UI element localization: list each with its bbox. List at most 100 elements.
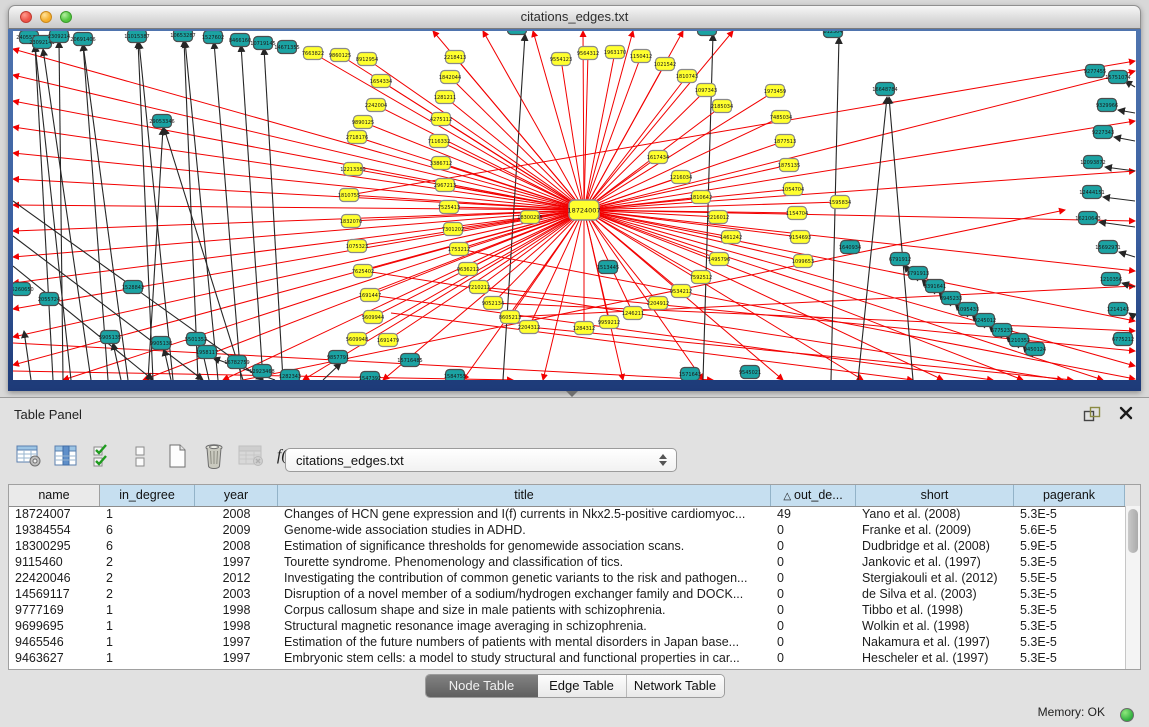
scrollbar-thumb[interactable]: [1128, 509, 1138, 553]
table-cell[interactable]: 2: [100, 586, 195, 602]
table-cell[interactable]: 18724007: [9, 506, 100, 522]
table-cell[interactable]: 5.3E-5: [1014, 602, 1125, 618]
table-cell[interactable]: 9699695: [9, 618, 100, 634]
memory-status-indicator[interactable]: [1120, 708, 1134, 722]
table-row[interactable]: 1872400712008Changes of HCN gene express…: [9, 506, 1125, 522]
column-header-in_degree[interactable]: in_degree: [100, 485, 195, 506]
table-cell[interactable]: 9465546: [9, 634, 100, 650]
table-cell[interactable]: 9777169: [9, 602, 100, 618]
table-cell[interactable]: 5.6E-5: [1014, 522, 1125, 538]
table-cell[interactable]: 22420046: [9, 570, 100, 586]
table-cell[interactable]: 2: [100, 554, 195, 570]
table-cell[interactable]: 5.3E-5: [1014, 586, 1125, 602]
table-cell[interactable]: 2003: [195, 586, 278, 602]
column-header-short[interactable]: short: [856, 485, 1014, 506]
table-row[interactable]: 1830029562008Estimation of significance …: [9, 538, 1125, 554]
table-cell[interactable]: 6: [100, 538, 195, 554]
table-row[interactable]: 946362711997Embryonic stem cells: a mode…: [9, 650, 1125, 666]
table-cell[interactable]: Structural magnetic resonance image aver…: [278, 618, 771, 634]
table-cell[interactable]: 5.3E-5: [1014, 554, 1125, 570]
table-cell[interactable]: Estimation of the future numbers of pati…: [278, 634, 771, 650]
table-cell[interactable]: 0: [771, 538, 856, 554]
table-cell[interactable]: 2: [100, 570, 195, 586]
table-row[interactable]: 2242004622012Investigating the contribut…: [9, 570, 1125, 586]
table-cell[interactable]: 1997: [195, 634, 278, 650]
table-row[interactable]: 911546021997Tourette syndrome. Phenomeno…: [9, 554, 1125, 570]
new-column-button[interactable]: [162, 441, 192, 471]
table-cell[interactable]: 5.5E-5: [1014, 570, 1125, 586]
table-row[interactable]: 977716911998Corpus callosum shape and si…: [9, 602, 1125, 618]
column-header-name[interactable]: name: [9, 485, 100, 506]
table-cell[interactable]: 0: [771, 602, 856, 618]
table-cell[interactable]: 1: [100, 634, 195, 650]
table-cell[interactable]: 9115460: [9, 554, 100, 570]
column-visibility-button[interactable]: [51, 441, 81, 471]
table-cell[interactable]: Wolkin et al. (1998): [856, 618, 1014, 634]
table-cell[interactable]: Stergiakouli et al. (2012): [856, 570, 1014, 586]
column-header-title[interactable]: title: [278, 485, 771, 506]
table-cell[interactable]: 1: [100, 650, 195, 666]
table-cell[interactable]: 49: [771, 506, 856, 522]
table-cell[interactable]: Investigating the contribution of common…: [278, 570, 771, 586]
table-cell[interactable]: 5.3E-5: [1014, 650, 1125, 666]
table-cell[interactable]: 5.3E-5: [1014, 618, 1125, 634]
table-cell[interactable]: Changes of HCN gene expression and I(f) …: [278, 506, 771, 522]
tab-network-table[interactable]: Network Table: [626, 675, 724, 697]
table-cell[interactable]: Hescheler et al. (1997): [856, 650, 1014, 666]
table-cell[interactable]: Nakamura et al. (1997): [856, 634, 1014, 650]
column-header-out_de[interactable]: △out_de...: [771, 485, 856, 506]
select-rows-button[interactable]: [88, 441, 118, 471]
table-row[interactable]: 1938455462009Genome-wide association stu…: [9, 522, 1125, 538]
table-cell[interactable]: 1: [100, 618, 195, 634]
table-row[interactable]: 946554611997Estimation of the future num…: [9, 634, 1125, 650]
network-canvas[interactable]: 2405572423092141230921420691406110153871…: [13, 31, 1136, 380]
table-cell[interactable]: 0: [771, 570, 856, 586]
table-cell[interactable]: Tourette syndrome. Phenomenology and cla…: [278, 554, 771, 570]
table-cell[interactable]: Disruption of a novel member of a sodium…: [278, 586, 771, 602]
table-cell[interactable]: Tibbo et al. (1998): [856, 602, 1014, 618]
table-cell[interactable]: 0: [771, 554, 856, 570]
table-settings-button[interactable]: [14, 441, 44, 471]
table-cell[interactable]: 0: [771, 634, 856, 650]
close-panel-button[interactable]: [1117, 406, 1135, 422]
table-cell[interactable]: 5.3E-5: [1014, 634, 1125, 650]
table-cell[interactable]: Genome-wide association studies in ADHD.: [278, 522, 771, 538]
table-cell[interactable]: 1: [100, 506, 195, 522]
table-row[interactable]: 969969511998Structural magnetic resonanc…: [9, 618, 1125, 634]
table-cell[interactable]: 2012: [195, 570, 278, 586]
table-cell[interactable]: 19384554: [9, 522, 100, 538]
tab-node-table[interactable]: Node Table: [426, 675, 538, 697]
table-vertical-scrollbar[interactable]: [1125, 506, 1140, 669]
table-cell[interactable]: Yano et al. (2008): [856, 506, 1014, 522]
column-header-pagerank[interactable]: pagerank: [1014, 485, 1125, 506]
table-cell[interactable]: 9463627: [9, 650, 100, 666]
table-cell[interactable]: 1997: [195, 650, 278, 666]
table-cell[interactable]: 5.3E-5: [1014, 506, 1125, 522]
table-cell[interactable]: 2009: [195, 522, 278, 538]
table-cell[interactable]: 5.9E-5: [1014, 538, 1125, 554]
table-cell[interactable]: Estimation of significance thresholds fo…: [278, 538, 771, 554]
table-cell[interactable]: Franke et al. (2009): [856, 522, 1014, 538]
table-cell[interactable]: 2008: [195, 506, 278, 522]
table-cell[interactable]: Embryonic stem cells: a model to study s…: [278, 650, 771, 666]
table-row[interactable]: 1456911722003Disruption of a novel membe…: [9, 586, 1125, 602]
table-cell[interactable]: Jankovic et al. (1997): [856, 554, 1014, 570]
float-panel-button[interactable]: [1083, 406, 1101, 422]
delete-column-button[interactable]: [199, 441, 229, 471]
window-titlebar[interactable]: citations_edges.txt: [8, 5, 1141, 29]
table-cell[interactable]: 1998: [195, 602, 278, 618]
table-cell[interactable]: 0: [771, 618, 856, 634]
table-cell[interactable]: Dudbridge et al. (2008): [856, 538, 1014, 554]
table-cell[interactable]: 1997: [195, 554, 278, 570]
delete-table-button[interactable]: [236, 441, 266, 471]
table-cell[interactable]: Corpus callosum shape and size in male p…: [278, 602, 771, 618]
tab-edge-table[interactable]: Edge Table: [538, 675, 626, 697]
column-header-year[interactable]: year: [195, 485, 278, 506]
table-cell[interactable]: 6: [100, 522, 195, 538]
table-cell[interactable]: 1: [100, 602, 195, 618]
deselect-rows-button[interactable]: [125, 441, 155, 471]
table-cell[interactable]: 1998: [195, 618, 278, 634]
table-cell[interactable]: 14569117: [9, 586, 100, 602]
table-cell[interactable]: 0: [771, 586, 856, 602]
table-cell[interactable]: 0: [771, 522, 856, 538]
